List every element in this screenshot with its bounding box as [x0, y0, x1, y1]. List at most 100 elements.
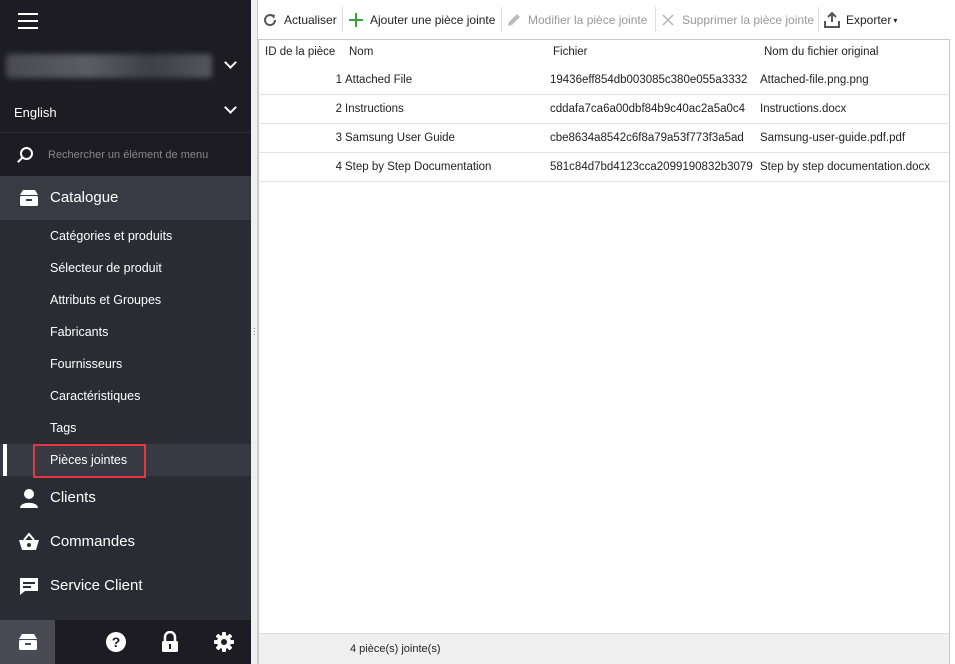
sidebar-footer: ? [0, 620, 251, 664]
sidebar-item-categories[interactable]: Catégories et produits [0, 220, 251, 252]
cell-file: 19436eff854db003085c380e055a3332 [550, 74, 748, 86]
cell-file: cddafa7ca6a00dbf84b9c40ac2a5a0c4 [550, 103, 746, 115]
export-label: Exporter [846, 13, 892, 27]
cell-original-filename: Step by step documentation.docx [760, 161, 931, 173]
cell-name: Samsung User Guide [345, 132, 455, 144]
hamburger-menu-icon[interactable] [18, 13, 38, 29]
search-icon [20, 147, 33, 160]
sidebar-item-tags[interactable]: Tags [0, 412, 251, 444]
cell-id: 1 [335, 74, 342, 86]
export-icon [824, 12, 840, 28]
cell-original-filename: Instructions.docx [760, 103, 847, 115]
store-name-blurred [6, 54, 212, 78]
sidebar-item-label: Sélecteur de produit [50, 261, 162, 275]
plus-icon [349, 13, 363, 27]
cell-name: Instructions [345, 103, 404, 115]
dropdown-caret-icon: ▾ [893, 15, 898, 25]
sidebar-item-label: Caractéristiques [50, 389, 141, 403]
basket-icon [19, 532, 39, 550]
gear-icon [214, 632, 234, 652]
sidebar-section-label: Commandes [50, 533, 136, 550]
edit-attachment-button[interactable]: Modifier la pièce jointe [506, 10, 647, 30]
sidebar-item-label: Fournisseurs [50, 357, 123, 371]
grid-header: ID de la pièce Nom Fichier Nom du fichie… [259, 40, 949, 66]
sidebar: English Catalogue Catégories et produits… [0, 0, 251, 664]
catalog-icon [20, 190, 38, 206]
store-selector[interactable] [0, 43, 251, 90]
help-button[interactable]: ? [105, 620, 127, 664]
sidebar-header [0, 0, 251, 43]
cell-name: Step by Step Documentation [345, 161, 492, 173]
column-header-original-filename[interactable]: Nom du fichier original [764, 46, 878, 58]
delete-attachment-button[interactable]: Supprimer la pièce jointe [660, 10, 814, 30]
highlight-frame [33, 444, 146, 478]
export-button[interactable]: Exporter ▾ [823, 10, 897, 30]
sidebar-item-features[interactable]: Caractéristiques [0, 380, 251, 412]
table-row[interactable]: 4 Step by Step Documentation 581c84d7bd4… [259, 153, 949, 182]
sidebar-item-label: Tags [50, 421, 77, 435]
add-attachment-button[interactable]: Ajouter une pièce jointe [348, 10, 495, 30]
cell-id: 3 [335, 132, 342, 144]
column-header-file[interactable]: Fichier [553, 46, 588, 58]
table-row[interactable]: 3 Samsung User Guide cbe8634a8542c6f8a79… [259, 124, 949, 153]
pencil-icon [508, 14, 520, 26]
sidebar-section-catalog[interactable]: Catalogue [0, 176, 251, 220]
sidebar-section-label: Catalogue [50, 189, 119, 206]
toolbar-divider [818, 7, 819, 32]
toolbar: Actualiser Ajouter une pièce jointe Modi… [258, 0, 955, 39]
catalog-shortcut-button[interactable] [0, 620, 55, 664]
grid-footer: 4 pièce(s) jointe(s) [259, 633, 949, 664]
settings-button[interactable] [213, 620, 235, 664]
lock-icon [162, 631, 178, 652]
cell-id: 4 [335, 161, 342, 173]
catalog-icon [19, 634, 37, 650]
attachment-count: 4 pièce(s) jointe(s) [350, 643, 441, 655]
menu-search-input[interactable] [48, 145, 238, 165]
svg-text:?: ? [112, 634, 121, 650]
sidebar-section-label: Clients [50, 489, 96, 506]
table-row[interactable]: 1 Attached File 19436eff854db003085c380e… [259, 66, 949, 95]
sidebar-item-suppliers[interactable]: Fournisseurs [0, 348, 251, 380]
chat-icon [20, 578, 38, 595]
cell-file: cbe8634a8542c6f8a79a53f773f3a5ad [550, 132, 744, 144]
toolbar-divider [655, 7, 656, 32]
toolbar-divider [501, 7, 502, 32]
user-icon [20, 489, 38, 508]
sidebar-item-label: Attributs et Groupes [50, 293, 162, 307]
toolbar-divider [342, 7, 343, 32]
edit-attachment-label: Modifier la pièce jointe [528, 13, 648, 27]
sidebar-section-label: Service Client [50, 577, 143, 594]
cell-original-filename: Attached-file.png.png [760, 74, 869, 86]
help-icon: ? [106, 632, 126, 652]
lock-button[interactable] [160, 620, 180, 664]
column-header-name[interactable]: Nom [349, 46, 373, 58]
sidebar-section-customer-service[interactable]: Service Client [0, 564, 251, 608]
language-selector[interactable]: English [0, 90, 251, 132]
cell-original-filename: Samsung-user-guide.pdf.pdf [760, 132, 906, 144]
close-icon [662, 14, 674, 26]
chevron-down-icon [224, 56, 237, 69]
menu-search [0, 132, 251, 176]
cell-file: 581c84d7bd4123cca2099190832b3079 [550, 161, 753, 173]
refresh-button[interactable]: Actualiser [262, 10, 337, 30]
refresh-label: Actualiser [284, 13, 337, 27]
sidebar-item-label: Fabricants [50, 325, 109, 339]
sidebar-item-product-selector[interactable]: Sélecteur de produit [0, 252, 251, 284]
delete-attachment-label: Supprimer la pièce jointe [682, 13, 815, 27]
attachments-grid: ID de la pièce Nom Fichier Nom du fichie… [258, 39, 950, 664]
cell-id: 2 [335, 103, 342, 115]
table-row[interactable]: 2 Instructions cddafa7ca6a00dbf84b9c40ac… [259, 95, 949, 124]
column-header-id[interactable]: ID de la pièce [265, 46, 335, 58]
refresh-icon [264, 14, 277, 27]
cell-name: Attached File [345, 74, 413, 86]
chevron-down-icon [224, 101, 237, 114]
sidebar-item-attributes[interactable]: Attributs et Groupes [0, 284, 251, 316]
sidebar-section-orders[interactable]: Commandes [0, 520, 251, 564]
splitter-grip-icon: · · · [253, 324, 256, 339]
panel-splitter[interactable]: · · · [251, 0, 258, 664]
add-attachment-label: Ajouter une pièce jointe [370, 13, 496, 27]
sidebar-item-manufacturers[interactable]: Fabricants [0, 316, 251, 348]
sidebar-section-clients[interactable]: Clients [0, 476, 251, 520]
sidebar-item-label: Catégories et produits [50, 229, 173, 243]
language-label: English [14, 105, 57, 120]
